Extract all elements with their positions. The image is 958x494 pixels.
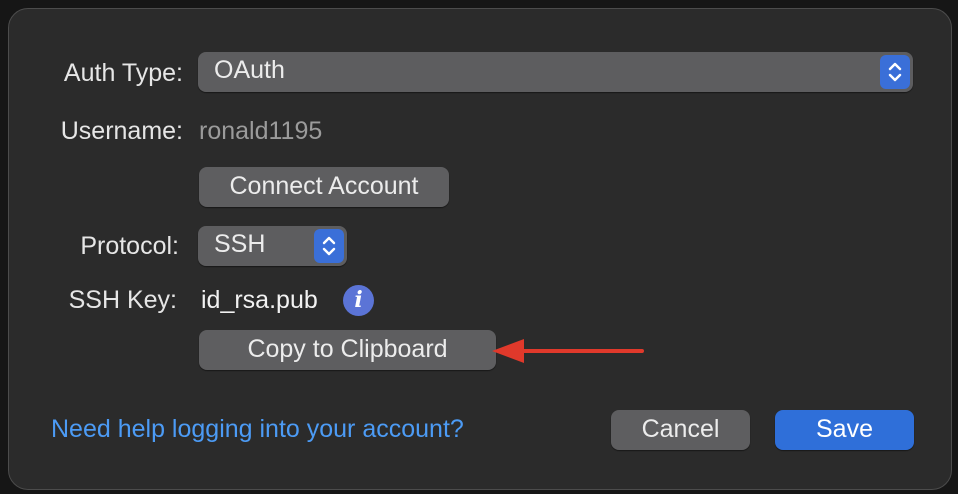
arrow-left-icon <box>492 339 644 363</box>
info-icon[interactable]: i <box>343 285 374 316</box>
auth-type-value: OAuth <box>214 56 285 84</box>
protocol-select[interactable]: SSH <box>198 226 347 266</box>
protocol-value: SSH <box>214 230 266 258</box>
cancel-label: Cancel <box>641 415 720 443</box>
help-link[interactable]: Need help logging into your account? <box>51 415 464 444</box>
copy-to-clipboard-button[interactable]: Copy to Clipboard <box>199 330 496 370</box>
auth-type-label: Auth Type: <box>63 59 183 87</box>
auth-type-stepper[interactable] <box>880 55 910 89</box>
cancel-button[interactable]: Cancel <box>611 410 750 450</box>
connect-account-button[interactable]: Connect Account <box>199 167 449 207</box>
protocol-label: Protocol: <box>80 232 179 260</box>
chevron-up-down-icon <box>888 62 902 82</box>
copy-to-clipboard-label: Copy to Clipboard <box>247 335 448 363</box>
username-value: ronald1195 <box>199 117 323 145</box>
auth-type-select[interactable]: OAuth <box>198 52 913 92</box>
ssh-key-label: SSH Key: <box>68 286 177 314</box>
chevron-up-down-icon <box>322 236 336 256</box>
save-button[interactable]: Save <box>775 410 914 450</box>
save-label: Save <box>816 415 873 443</box>
username-label: Username: <box>60 117 183 145</box>
account-dialog: Auth Type: OAuth Username: ronald1195 Co… <box>8 8 952 490</box>
connect-account-label: Connect Account <box>229 172 419 200</box>
protocol-stepper[interactable] <box>314 229 344 263</box>
ssh-key-value: id_rsa.pub <box>201 286 318 314</box>
